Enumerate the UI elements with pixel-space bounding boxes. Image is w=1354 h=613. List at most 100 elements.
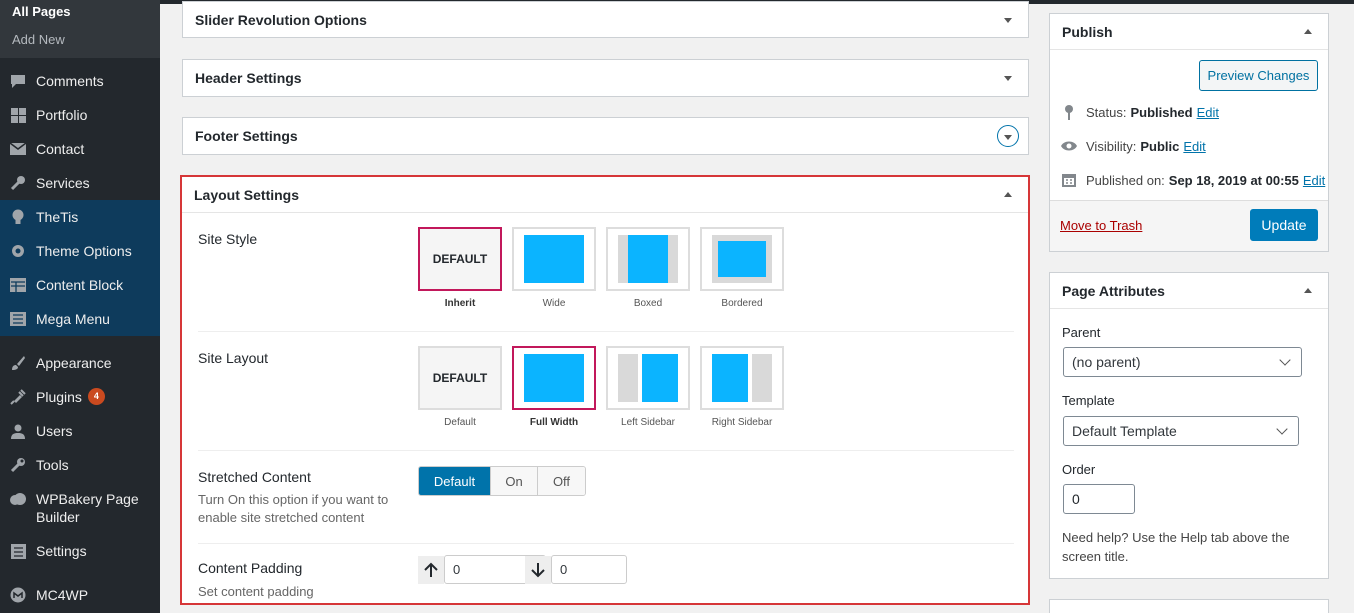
site-layout-row: Site Layout DEFAULT Default Full Width L… xyxy=(198,346,1014,450)
sidebar-item-theme-options[interactable]: Theme Options xyxy=(0,234,160,268)
sidebar-item-label: Comments xyxy=(36,73,104,89)
sidebar-item-comments[interactable]: Comments xyxy=(0,64,160,98)
sidebar-item-wpbakery[interactable]: WPBakery Page Builder xyxy=(0,482,160,534)
plugins-update-badge: 4 xyxy=(87,388,105,405)
sidebar-item-mega-menu[interactable]: Mega Menu xyxy=(0,302,160,336)
page-attributes-header[interactable]: Page Attributes xyxy=(1050,273,1328,309)
mc4wp-icon xyxy=(8,586,28,604)
footer-settings-header[interactable]: Footer Settings xyxy=(183,118,1028,154)
published-on-line: Published on: Sep 18, 2019 at 00:55 Edit xyxy=(1060,171,1325,189)
published-edit-link[interactable]: Edit xyxy=(1303,173,1325,188)
next-meta-box xyxy=(1049,599,1329,613)
sidebar-item-plugins[interactable]: Plugins 4 xyxy=(0,380,160,414)
sidebar-item-label: WPBakery Page Builder xyxy=(36,491,139,525)
publish-header[interactable]: Publish xyxy=(1050,14,1328,50)
update-button[interactable]: Update xyxy=(1250,209,1318,241)
chevron-up-icon[interactable] xyxy=(1304,29,1312,34)
page-attributes-title: Page Attributes xyxy=(1062,282,1165,299)
option-caption: Right Sidebar xyxy=(711,417,773,428)
arrow-up-icon xyxy=(418,555,444,584)
sidebar-item-appearance[interactable]: Appearance xyxy=(0,346,160,380)
site-style-option-bordered[interactable]: Bordered xyxy=(700,227,784,309)
status-line: Status: Published Edit xyxy=(1060,103,1219,121)
mail-icon xyxy=(8,140,28,158)
status-edit-link[interactable]: Edit xyxy=(1197,105,1219,120)
parent-label: Parent xyxy=(1062,325,1101,340)
option-thumb xyxy=(606,346,690,410)
site-layout-label: Site Layout xyxy=(198,350,269,366)
stretched-off-button[interactable]: Off xyxy=(538,467,585,495)
sidebar-item-content-block[interactable]: Content Block xyxy=(0,268,160,302)
move-to-trash-link[interactable]: Move to Trash xyxy=(1060,218,1142,233)
status-label: Status: xyxy=(1086,104,1127,120)
publish-box: Publish Preview Changes Status: Published… xyxy=(1049,13,1329,252)
table-icon xyxy=(8,276,28,294)
sidebar-item-portfolio[interactable]: Portfolio xyxy=(0,98,160,132)
parent-select[interactable]: (no parent) xyxy=(1063,347,1302,377)
page-attributes-box: Page Attributes Parent (no parent) Templ… xyxy=(1049,272,1329,579)
site-layout-option-left-sidebar[interactable]: Left Sidebar xyxy=(606,346,690,428)
sidebar-item-label: Appearance xyxy=(36,355,112,371)
option-thumb xyxy=(700,346,784,410)
slider-revolution-header[interactable]: Slider Revolution Options xyxy=(183,2,1028,38)
comment-icon xyxy=(8,72,28,90)
layout-settings-header[interactable]: Layout Settings xyxy=(182,177,1028,213)
option-caption: Left Sidebar xyxy=(621,417,675,428)
panel-title: Slider Revolution Options xyxy=(195,12,367,28)
parent-select-value: (no parent) xyxy=(1072,354,1141,370)
content-padding-desc: Set content padding xyxy=(198,584,314,599)
visibility-edit-link[interactable]: Edit xyxy=(1183,139,1205,154)
site-layout-option-default[interactable]: DEFAULT Default xyxy=(418,346,502,428)
chevron-up-icon[interactable] xyxy=(1304,288,1312,293)
sidebar-item-tools[interactable]: Tools xyxy=(0,448,160,482)
stretched-content-toggle: Default On Off xyxy=(418,466,586,496)
option-thumb xyxy=(512,346,596,410)
chevron-down-icon[interactable] xyxy=(1004,17,1012,23)
sidebar-item-services[interactable]: Services xyxy=(0,166,160,200)
admin-sidebar: All Pages Add New Comments Portfolio Con… xyxy=(0,0,160,613)
template-select[interactable]: Default Template xyxy=(1063,416,1299,446)
order-input[interactable]: 0 xyxy=(1063,484,1135,514)
sidebar-item-label: Portfolio xyxy=(36,107,88,123)
stretched-content-desc-1: Turn On this option if you want to xyxy=(198,492,389,507)
sidebar-item-settings[interactable]: Settings xyxy=(0,534,160,568)
cloud-icon xyxy=(8,490,28,508)
sidebar-item-contact[interactable]: Contact xyxy=(0,132,160,166)
list-icon xyxy=(8,310,28,328)
layout-settings-panel: Layout Settings Site Style DEFAULT Inher… xyxy=(180,175,1030,605)
sidebar-item-thetis[interactable]: TheTis xyxy=(0,200,160,234)
stretched-on-button[interactable]: On xyxy=(491,467,538,495)
site-style-option-boxed[interactable]: Boxed xyxy=(606,227,690,309)
site-style-label: Site Style xyxy=(198,231,258,247)
padding-bottom-input[interactable]: 0 xyxy=(551,555,627,584)
default-thumb-text: DEFAULT xyxy=(420,229,500,289)
site-layout-option-right-sidebar[interactable]: Right Sidebar xyxy=(700,346,784,428)
publish-actions: Move to Trash Update xyxy=(1050,200,1328,251)
chevron-up-icon[interactable] xyxy=(1004,192,1012,197)
toggle-circle-icon[interactable] xyxy=(997,125,1019,147)
content-padding-row: Content Padding Set content padding 0 0 xyxy=(198,555,1014,600)
option-thumb xyxy=(606,227,690,291)
sidebar-item-label: Content Block xyxy=(36,277,124,293)
site-style-option-inherit[interactable]: DEFAULT Inherit xyxy=(418,227,502,309)
sidebar-item-mc4wp[interactable]: MC4WP xyxy=(0,578,160,612)
settings-icon xyxy=(8,542,28,560)
submenu-all-pages[interactable]: All Pages xyxy=(0,2,160,26)
stretched-default-button[interactable]: Default xyxy=(419,467,491,495)
header-settings-header[interactable]: Header Settings xyxy=(183,60,1028,96)
site-layout-option-full-width[interactable]: Full Width xyxy=(512,346,596,428)
option-caption: Inherit xyxy=(444,298,476,309)
site-style-option-wide[interactable]: Wide xyxy=(512,227,596,309)
divider xyxy=(198,450,1014,451)
arrow-down-icon xyxy=(525,555,551,584)
chevron-down-icon[interactable] xyxy=(1004,75,1012,81)
preview-changes-button[interactable]: Preview Changes xyxy=(1199,60,1318,91)
submenu-add-new[interactable]: Add New xyxy=(0,26,160,54)
sidebar-item-label: Plugins xyxy=(36,389,82,405)
visibility-label: Visibility: xyxy=(1086,138,1137,154)
visibility-value: Public xyxy=(1140,138,1180,154)
publish-title: Publish xyxy=(1062,23,1113,40)
sidebar-item-users[interactable]: Users xyxy=(0,414,160,448)
tools-icon xyxy=(8,456,28,474)
chevron-down-icon xyxy=(1279,354,1291,366)
